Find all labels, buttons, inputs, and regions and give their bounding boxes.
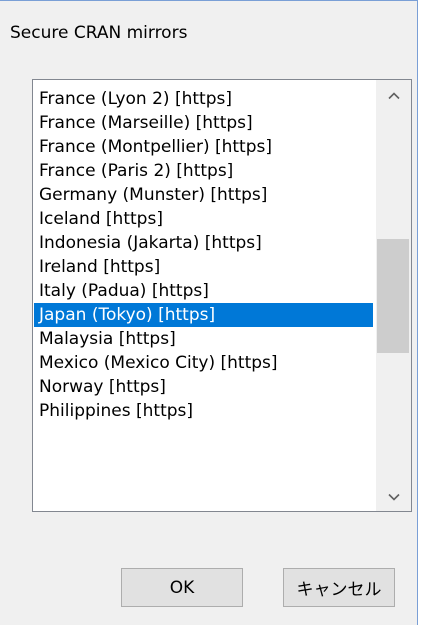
scrollbar-thumb[interactable] [377,239,409,353]
list-item[interactable]: Iceland [https] [34,207,373,231]
cancel-button[interactable]: キャンセル [283,568,395,607]
list-item[interactable]: Indonesia (Jakarta) [https] [34,231,373,255]
list-item[interactable]: Italy (Padua) [https] [34,279,373,303]
list-item[interactable]: France (Paris 2) [https] [34,159,373,183]
list-item-selected[interactable]: Japan (Tokyo) [https] [34,303,373,327]
list-item[interactable]: Philippines [https] [34,399,373,423]
list-item[interactable]: Ireland [https] [34,255,373,279]
list-item[interactable]: France (Marseille) [https] [34,111,373,135]
list-item[interactable]: Mexico (Mexico City) [https] [34,351,373,375]
ok-button[interactable]: OK [121,568,243,607]
vertical-scrollbar[interactable] [376,80,411,511]
list-item[interactable]: Norway [https] [34,375,373,399]
chevron-down-icon [387,487,401,506]
mirror-list: France (Lyon 2) [https] France (Marseill… [34,87,373,423]
list-item[interactable]: France (Lyon 2) [https] [34,87,373,111]
list-item[interactable]: France (Montpellier) [https] [34,135,373,159]
dialog-title: Secure CRAN mirrors [10,23,188,43]
list-item[interactable]: Germany (Munster) [https] [34,183,373,207]
mirror-listbox[interactable]: France (Lyon 2) [https] France (Marseill… [32,79,412,512]
scroll-up-button[interactable] [376,80,411,110]
chevron-up-icon [387,86,401,105]
scroll-down-button[interactable] [376,481,411,511]
list-item[interactable]: Malaysia [https] [34,327,373,351]
mirror-dialog: Secure CRAN mirrors France (Lyon 2) [htt… [0,0,418,625]
